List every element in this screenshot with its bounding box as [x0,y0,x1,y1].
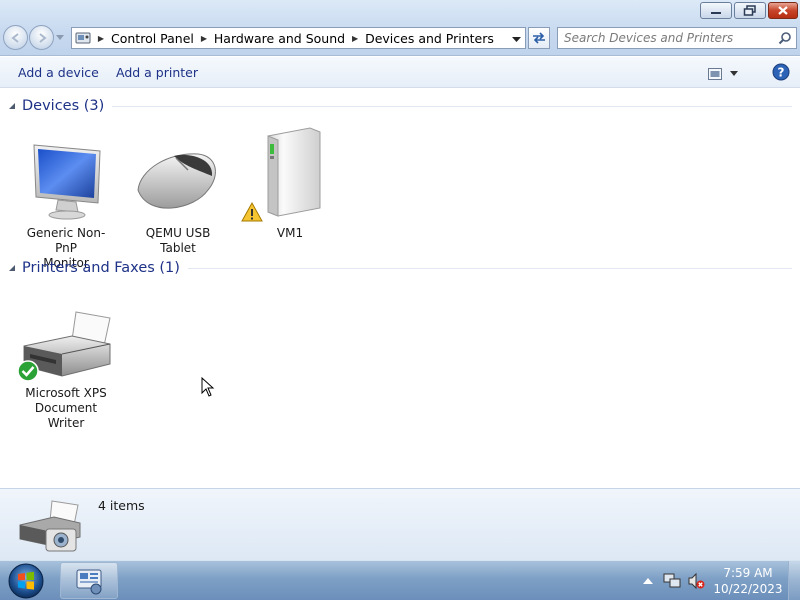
minimize-icon [711,11,721,14]
collapse-triangle-icon [9,103,15,109]
mouse-cursor-icon [201,376,215,400]
group-header-printers[interactable]: Printers and Faxes (1) [8,260,792,276]
back-arrow-icon [10,32,19,43]
restore-icon [743,5,756,16]
add-device-button[interactable]: Add a device [18,65,99,80]
device-item-monitor[interactable]: Generic Non-PnP Monitor [16,140,116,271]
chevron-up-icon [643,578,653,584]
clock-date: 10/22/2023 [713,582,783,596]
help-icon: ? [772,63,790,81]
network-icon[interactable] [663,572,681,590]
help-button[interactable]: ? [772,63,790,84]
system-tray: 7:59 AM 10/22/2023 [636,561,800,600]
taskbar-devices-and-printers[interactable] [60,562,118,599]
device-label-line1: QEMU USB [145,226,211,240]
search-input[interactable] [564,31,774,45]
refresh-button[interactable] [528,27,550,49]
chevron-down-icon [512,37,521,42]
control-panel-icon [72,28,94,48]
device-label-line1: Generic Non-PnP [26,226,106,255]
breadcrumb-separator-icon[interactable]: ▶ [197,34,211,43]
monitor-icon [16,140,116,226]
command-bar-right: ? [708,63,790,84]
device-label-line2: Tablet [160,241,196,255]
windows-start-icon [8,563,44,599]
default-check-icon [17,360,39,382]
window-controls [700,2,798,19]
start-button[interactable] [6,562,46,600]
show-desktop-button[interactable] [788,561,800,600]
details-pane: 4 items [0,488,800,560]
printer-camera-icon [16,495,84,558]
computer-tower-icon [240,124,340,226]
search-icon[interactable] [778,31,792,48]
address-bar[interactable]: ▶ Control Panel ▶ Hardware and Sound ▶ D… [71,27,526,49]
view-options-icon [708,67,722,80]
device-item-tablet[interactable]: QEMU USB Tablet [128,140,228,256]
group-title: Devices (3) [22,98,105,114]
breadcrumb-separator-icon[interactable]: ▶ [348,34,362,43]
breadcrumb-hardware-and-sound[interactable]: Hardware and Sound [211,31,348,46]
printer-icon [16,300,116,386]
volume-muted-icon[interactable] [687,572,705,590]
device-label: VM1 [276,226,304,240]
minimize-button[interactable] [700,2,732,19]
change-view-button[interactable] [708,67,738,80]
clock[interactable]: 7:59 AM 10/22/2023 [712,565,784,597]
devices-view: Devices (3) Generic Non-PnP Monitor QEMU… [0,88,800,488]
address-history-button[interactable] [512,33,521,47]
nav-buttons [3,25,65,50]
chevron-down-icon [56,34,64,40]
mouse-icon [128,140,228,226]
refresh-icon [533,32,545,44]
warning-icon [241,202,263,222]
breadcrumb-control-panel[interactable]: Control Panel [108,31,197,46]
group-header-devices[interactable]: Devices (3) [8,98,792,114]
forward-arrow-icon [38,32,47,43]
group-divider [112,105,792,107]
search-box[interactable] [557,27,797,49]
item-count: 4 items [98,498,145,513]
recent-pages-button[interactable] [55,25,65,50]
control-panel-icon [76,569,102,594]
forward-button[interactable] [29,25,54,50]
device-label-line1: Microsoft XPS [25,386,107,400]
navigation-bar: ▶ Control Panel ▶ Hardware and Sound ▶ D… [0,0,800,56]
taskbar: 7:59 AM 10/22/2023 [0,560,800,600]
device-item-vm1[interactable]: VM1 [240,124,340,241]
close-button[interactable] [768,2,798,19]
printer-item-xps[interactable]: Microsoft XPS Document Writer [16,300,116,431]
add-printer-button[interactable]: Add a printer [116,65,198,80]
command-bar: Add a device Add a printer ? [0,57,800,88]
svg-text:?: ? [778,66,785,80]
back-button[interactable] [3,25,28,50]
clock-time: 7:59 AM [723,566,773,580]
breadcrumb-devices-and-printers[interactable]: Devices and Printers [362,31,497,46]
restore-button[interactable] [734,2,766,19]
group-title: Printers and Faxes (1) [22,260,180,276]
close-icon [778,6,788,15]
show-hidden-icons-button[interactable] [639,572,657,590]
collapse-triangle-icon [9,265,15,271]
breadcrumb-separator-icon: ▶ [97,33,105,43]
chevron-down-icon [730,70,738,76]
device-label-line2: Document Writer [34,401,98,430]
group-divider [187,267,792,269]
